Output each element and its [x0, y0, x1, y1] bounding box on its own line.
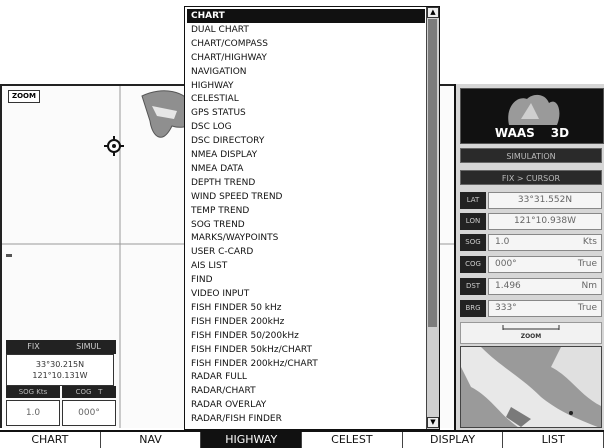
cog-row-unit: True: [577, 259, 597, 269]
tab-list[interactable]: LIST: [503, 432, 604, 448]
menu-item-ais-list[interactable]: AIS LIST: [187, 259, 425, 273]
cog-label: COG: [75, 388, 92, 396]
menu-item-chart-compass[interactable]: CHART/COMPASS: [187, 37, 425, 51]
menu-item-find[interactable]: FIND: [187, 273, 425, 287]
fix-lat: 33°30.215N: [35, 360, 85, 369]
cog-label-box: COG T: [62, 386, 116, 398]
menu-scrollbar[interactable]: ▲ ▼: [426, 7, 439, 429]
scroll-up-icon[interactable]: ▲: [427, 7, 439, 18]
brg-row-unit: True: [577, 303, 597, 313]
waas-label: WAAS: [494, 126, 535, 140]
sog-row: SOG 1.0 Kts: [460, 234, 602, 251]
sog-value: 1.0: [6, 400, 60, 426]
zoom-badge: ZOOM: [8, 90, 40, 103]
menu-item-chart[interactable]: CHART: [187, 9, 425, 24]
sog-row-value: 1.0: [495, 237, 510, 247]
menu-item-nmea-display[interactable]: NMEA DISPLAY: [187, 148, 425, 162]
menu-item-fish-finder-50-200khz[interactable]: FISH FINDER 50/200kHz: [187, 329, 425, 343]
scale-box: ZOOM: [460, 322, 602, 344]
scale-label: ZOOM: [520, 333, 542, 340]
fix-info-box: FIX SIMUL 33°30.215N 121°10.131W SOG Kts…: [6, 340, 116, 428]
brg-row-label: BRG: [460, 300, 486, 317]
cog-unit: T: [98, 388, 103, 396]
tab-nav[interactable]: NAV: [101, 432, 202, 448]
menu-item-fish-finder-50-khz[interactable]: FISH FINDER 50 kHz: [187, 301, 425, 315]
tab-highway[interactable]: HIGHWAY: [201, 432, 303, 448]
menu-item-wind-speed-trend[interactable]: WIND SPEED TREND: [187, 190, 425, 204]
sog-row-label: SOG: [460, 234, 486, 251]
tab-display[interactable]: DISPLAY: [403, 432, 504, 448]
dst-row-unit: Nm: [581, 281, 598, 291]
tab-celest[interactable]: CELEST: [302, 432, 403, 448]
lat-value: 33°31.552N: [517, 195, 573, 205]
cog-row-label: COG: [460, 256, 486, 273]
menu-item-fish-finder-200khz-chart[interactable]: FISH FINDER 200kHz/CHART: [187, 357, 425, 371]
scale-bar-icon: [502, 325, 560, 330]
data-panel: WAAS 3D SIMULATION FIX > CURSOR LAT 33°3…: [454, 84, 604, 430]
sog-row-unit: Kts: [582, 237, 597, 247]
menu-item-fish-finder-50khz-chart[interactable]: FISH FINDER 50kHz/CHART: [187, 343, 425, 357]
menu-item-chart-highway[interactable]: CHART/HIGHWAY: [187, 51, 425, 65]
menu-item-nmea-data[interactable]: NMEA DATA: [187, 162, 425, 176]
satellite-logo-icon: [508, 94, 560, 125]
menu-item-dsc-log[interactable]: DSC LOG: [187, 120, 425, 134]
simulation-bar: SIMULATION: [460, 148, 602, 163]
fix-coordinates: 33°30.215N 121°10.131W: [6, 354, 114, 386]
dst-row-label: DST: [460, 278, 486, 295]
fix-lon: 121°10.131W: [32, 371, 88, 380]
brg-row: BRG 333° True: [460, 300, 602, 317]
gps-logo-box: WAAS 3D: [460, 88, 604, 144]
menu-item-fish-finder-200khz[interactable]: FISH FINDER 200kHz: [187, 315, 425, 329]
menu-item-sog-trend[interactable]: SOG TREND: [187, 218, 425, 232]
scrollbar-thumb[interactable]: [428, 19, 437, 327]
page-select-menu[interactable]: CHART DUAL CHART CHART/COMPASS CHART/HIGHWA…: [184, 6, 440, 430]
simul-label: SIMUL: [76, 342, 101, 351]
menu-item-gps-status[interactable]: GPS STATUS: [187, 106, 425, 120]
lon-label: LON: [460, 213, 486, 230]
menu-item-navigation[interactable]: NAVIGATION: [187, 65, 425, 79]
menu-item-temp-trend[interactable]: TEMP TREND: [187, 204, 425, 218]
menu-item-video-input[interactable]: VIDEO INPUT: [187, 287, 425, 301]
cog-row-value: 000°: [495, 259, 517, 269]
menu-item-marks-waypoints[interactable]: MARKS/WAYPOINTS: [187, 231, 425, 245]
brg-row-value: 333°: [495, 303, 517, 313]
cursor-crosshair-icon: [104, 136, 124, 156]
menu-item-depth-trend[interactable]: DEPTH TREND: [187, 176, 425, 190]
menu-item-dsc-directory[interactable]: DSC DIRECTORY: [187, 134, 425, 148]
minimap-graphics: [461, 347, 601, 427]
dst-row: DST 1.496 Nm: [460, 278, 602, 295]
cog-value: 000°: [62, 400, 116, 426]
bottom-tab-bar: CHART NAV HIGHWAY CELEST DISPLAY LIST: [0, 430, 604, 448]
menu-item-radar-fish-finder[interactable]: RADAR/FISH FINDER: [187, 412, 425, 426]
tab-chart[interactable]: CHART: [0, 432, 101, 448]
fix-type: 3D: [550, 126, 570, 140]
fix-cursor-bar: FIX > CURSOR: [460, 170, 602, 185]
lat-row: LAT 33°31.552N: [460, 192, 602, 209]
menu-item-highway[interactable]: HIGHWAY: [187, 79, 425, 93]
menu-item-celestial[interactable]: CELESTIAL: [187, 92, 425, 106]
lon-row: LON 121°10.938W: [460, 213, 602, 230]
menu-item-radar-chart[interactable]: RADAR/CHART: [187, 384, 425, 398]
sog-label: SOG Kts: [6, 386, 60, 398]
cog-row: COG 000° True: [460, 256, 602, 273]
dst-row-value: 1.496: [495, 281, 521, 291]
overview-minimap[interactable]: [460, 346, 602, 428]
fix-header: FIX SIMUL: [6, 340, 116, 354]
menu-item-user-c-card[interactable]: USER C-CARD: [187, 245, 425, 259]
lon-value: 121°10.938W: [513, 216, 577, 226]
fix-label: FIX: [27, 342, 40, 351]
lat-label: LAT: [460, 192, 486, 209]
menu-item-radar-overlay[interactable]: RADAR OVERLAY: [187, 398, 425, 412]
menu-item-dual-chart[interactable]: DUAL CHART: [187, 23, 425, 37]
scroll-down-icon[interactable]: ▼: [427, 417, 439, 428]
menu-item-radar-full[interactable]: RADAR FULL: [187, 370, 425, 384]
